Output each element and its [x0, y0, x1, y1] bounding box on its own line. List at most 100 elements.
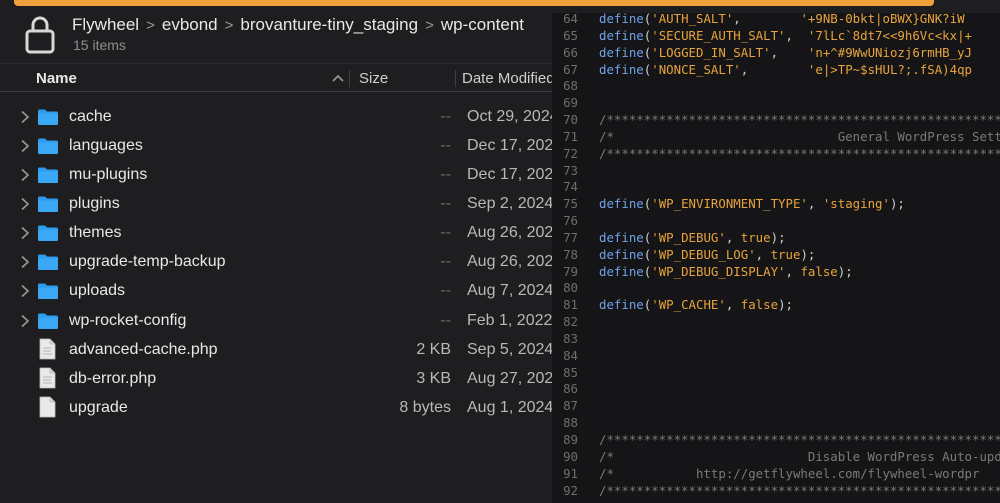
code-text: /***************************************… [599, 111, 1000, 128]
code-token: 'e|>TP~$sHUL?;.fSA)4qp [807, 61, 973, 77]
code-token: ); [770, 229, 786, 245]
code-text: /* General WordPress Settings [599, 128, 1000, 145]
line-number: 92 [563, 482, 578, 498]
line-number: 87 [563, 398, 578, 414]
breadcrumb-separator-icon: > [224, 16, 234, 34]
chevron-right-icon[interactable] [19, 314, 31, 328]
chevron-up-icon[interactable] [332, 69, 344, 87]
code-token: /***************************************… [599, 145, 1000, 161]
chevron-right-icon[interactable] [19, 255, 31, 269]
file-size: -- [440, 224, 451, 241]
code-editor[interactable]: 64 define('AUTH_SALT', '+9NB-0bkt|oBWX}GN… [552, 13, 1000, 503]
file-row[interactable]: upgrade-temp-backup -- Aug 26, 2024 [0, 247, 563, 276]
code-token: /***************************************… [599, 482, 1000, 498]
code-text: /* http://getflywheel.com/flywheel-wordp… [599, 465, 979, 482]
code-token: 'WP_CACHE' [651, 297, 726, 313]
chevron-right-icon[interactable] [19, 197, 31, 211]
code-token: 'WP_ENVIRONMENT_TYPE' [651, 196, 808, 212]
folder-icon [38, 109, 58, 125]
chevron-right-icon[interactable] [19, 168, 31, 182]
accent-bar [14, 0, 934, 6]
code-text: define('WP_DEBUG_DISPLAY', false); [599, 263, 853, 280]
file-row[interactable]: languages -- Dec 17, 2024 [0, 131, 562, 160]
chevron-right-icon[interactable] [19, 139, 31, 153]
file-row[interactable]: cache -- Oct 29, 2024 [0, 102, 560, 131]
line-number: 91 [563, 465, 578, 481]
chevron-right-icon[interactable] [19, 110, 31, 124]
code-text: define('LOGGED_IN_SALT', 'n+^#9WwUNiozj6… [599, 44, 972, 61]
code-token: /***************************************… [599, 112, 1000, 128]
breadcrumb-item[interactable]: wp-content [441, 15, 524, 35]
column-divider[interactable] [455, 70, 456, 87]
code-token: define [599, 263, 644, 279]
code-token: , [807, 196, 823, 212]
line-number: 84 [563, 347, 578, 363]
file-size: -- [440, 282, 451, 299]
breadcrumb-separator-icon: > [425, 16, 434, 34]
file-date: Aug 7, 2024 [467, 282, 554, 299]
folder-icon [38, 167, 58, 183]
line-number: 68 [563, 78, 578, 94]
breadcrumb: Flywheel > evbond > brovanture-tiny_stag… [72, 13, 524, 37]
file-size: 8 bytes [399, 399, 451, 416]
column-divider[interactable] [349, 70, 350, 87]
code-token: , [725, 229, 741, 245]
breadcrumb-item[interactable]: Flywheel [72, 15, 139, 35]
column-date-header[interactable]: Date Modified [462, 70, 555, 87]
file-row[interactable]: mu-plugins -- Dec 17, 2024 [0, 160, 562, 189]
file-row[interactable]: themes -- Aug 26, 2024 [0, 218, 563, 247]
code-token: /* General WordPress Settings [599, 128, 1000, 144]
code-token: ); [800, 246, 816, 262]
line-number: 70 [563, 112, 578, 128]
line-number: 76 [563, 213, 578, 229]
file-size: -- [440, 108, 451, 125]
file-size: -- [440, 253, 451, 270]
file-date: Sep 2, 2024 [467, 195, 554, 212]
code-text: define('NONCE_SALT', 'e|>TP~$sHUL?;.fSA)… [599, 61, 972, 78]
line-number: 85 [563, 364, 578, 380]
file-date: Aug 26, 2024 [467, 253, 563, 270]
code-text: define('WP_ENVIRONMENT_TYPE', 'staging')… [599, 195, 905, 212]
code-token: '+9NB-0bkt|oBWX}GNK?iW [800, 13, 965, 26]
chevron-right-icon[interactable] [19, 226, 31, 240]
file-row[interactable]: uploads -- Aug 7, 2024 [0, 276, 560, 305]
document-icon [39, 367, 56, 389]
file-row[interactable]: advanced-cache.php 2 KB Sep 5, 2024 [0, 335, 560, 364]
file-date: Oct 29, 2024 [467, 108, 559, 125]
line-number: 77 [563, 229, 578, 245]
line-number: 89 [563, 432, 578, 447]
document-icon [39, 396, 56, 418]
item-count: 15 items [73, 37, 126, 53]
file-row[interactable]: db-error.php 3 KB Aug 27, 2024 [0, 364, 562, 393]
file-size: -- [440, 137, 451, 154]
breadcrumb-item[interactable]: evbond [162, 15, 218, 35]
chevron-right-icon[interactable] [19, 284, 31, 298]
code-token: , [770, 44, 808, 60]
file-name: themes [69, 224, 122, 241]
code-token: 'NONCE_SALT' [651, 61, 741, 77]
code-text: define('SECURE_AUTH_SALT', '7lLc`8dt7<<9… [599, 27, 972, 44]
line-number: 64 [563, 13, 578, 26]
file-row[interactable]: plugins -- Sep 2, 2024 [0, 189, 560, 218]
code-token: 'SECURE_AUTH_SALT' [651, 27, 786, 43]
column-name-header[interactable]: Name [36, 70, 77, 87]
file-row[interactable]: wp-rocket-config -- Feb 1, 2022 [0, 306, 560, 335]
code-token: false [740, 297, 779, 313]
code-token: ); [889, 196, 905, 212]
code-token: define [599, 44, 644, 60]
file-date: Aug 26, 2024 [467, 224, 563, 241]
code-token: /* http://getflywheel.com/flywheel-wordp… [599, 465, 980, 481]
code-token: 'WP_DEBUG_LOG' [651, 246, 756, 262]
code-token: ); [778, 297, 793, 313]
folder-icon [38, 254, 58, 270]
file-row[interactable]: upgrade 8 bytes Aug 1, 2024 [0, 393, 560, 422]
code-token: define [599, 196, 644, 212]
breadcrumb-item[interactable]: brovanture-tiny_staging [240, 15, 418, 35]
code-token: 'WP_DEBUG_DISPLAY' [651, 263, 786, 279]
code-token: /* Disable WordPress Auto-update [599, 448, 1000, 464]
column-size-header[interactable]: Size [359, 70, 388, 87]
file-name: advanced-cache.php [69, 341, 218, 358]
code-token: define [599, 13, 644, 26]
code-token: , [785, 263, 801, 279]
line-number: 81 [563, 297, 578, 313]
